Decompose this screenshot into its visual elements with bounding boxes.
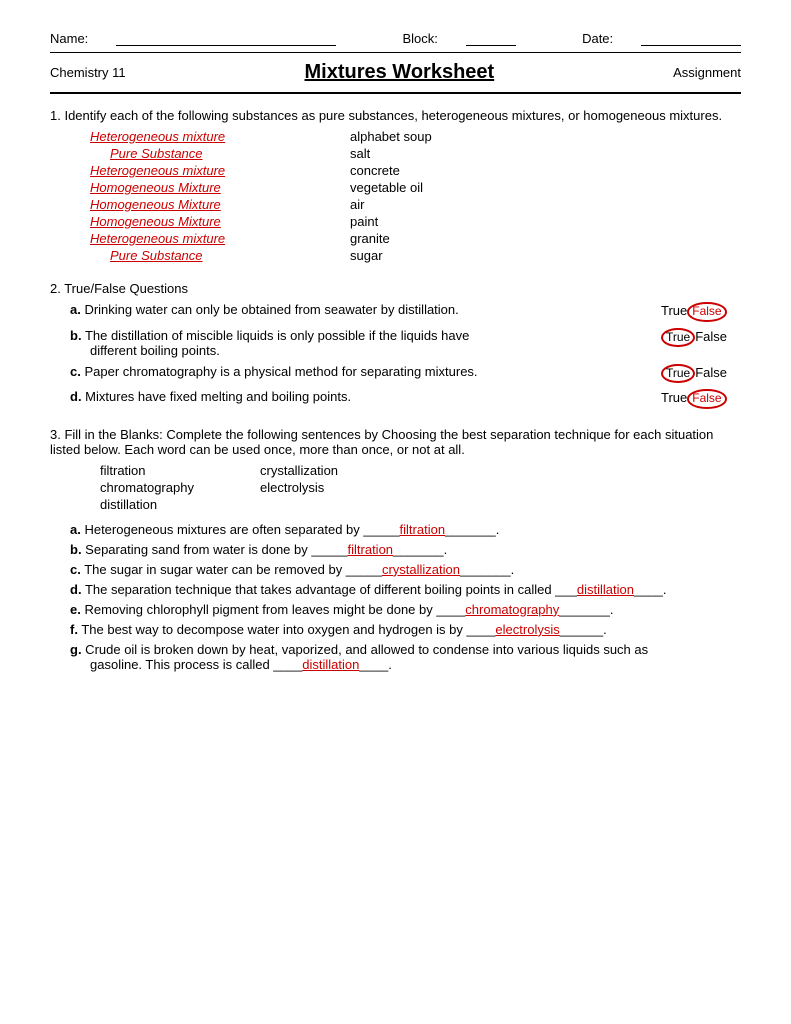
- fill-item: c. The sugar in sugar water can be remov…: [70, 562, 741, 577]
- header-main: Chemistry 11 Mixtures Worksheet Assignme…: [50, 57, 741, 88]
- tf-answer: TrueFalse: [661, 364, 741, 384]
- q1-substance-cell: granite: [350, 231, 741, 246]
- fill-item: d. The separation technique that takes a…: [70, 582, 741, 597]
- tf-row: a. Drinking water can only be obtained f…: [70, 302, 741, 322]
- tf-question: c. Paper chromatography is a physical me…: [70, 364, 661, 379]
- wordbank-col2: electrolysis: [260, 480, 741, 495]
- q3-intro: 3. Fill in the Blanks: Complete the foll…: [50, 427, 741, 457]
- tf-answer: TrueFalse: [661, 328, 741, 348]
- q1-answer-cell: Homogeneous Mixture: [90, 180, 350, 195]
- q1-answer-cell: Pure Substance: [90, 146, 350, 161]
- name-label: Name:: [50, 31, 88, 46]
- wordbank-col2: crystallization: [260, 463, 741, 478]
- header-top: Name: Block: Date:: [50, 30, 741, 46]
- q2-title: 2. True/False Questions: [50, 281, 741, 296]
- tf-row: c. Paper chromatography is a physical me…: [70, 364, 741, 384]
- tf-question: d. Mixtures have fixed melting and boili…: [70, 389, 661, 404]
- tf-question: b. The distillation of miscible liquids …: [70, 328, 661, 358]
- fill-item: g. Crude oil is broken down by heat, vap…: [70, 642, 741, 672]
- fill-item: e. Removing chlorophyll pigment from lea…: [70, 602, 741, 617]
- wordbank-col2: [260, 497, 741, 512]
- header-divider-top: [50, 52, 741, 53]
- q1-substance-cell: alphabet soup: [350, 129, 741, 144]
- date-label: Date:: [582, 31, 613, 46]
- tf-answer: TrueFalse: [661, 389, 741, 409]
- q3-wordbank: filtrationcrystallizationchromatographye…: [100, 463, 741, 512]
- q1-answer-cell: Heterogeneous mixture: [90, 163, 350, 178]
- name-field[interactable]: [116, 30, 336, 46]
- page-title: Mixtures Worksheet: [126, 61, 673, 84]
- q1-grid: Heterogeneous mixturealphabet soupPure S…: [90, 129, 741, 263]
- fill-item: f. The best way to decompose water into …: [70, 622, 741, 637]
- q1-answer-cell: Heterogeneous mixture: [90, 129, 350, 144]
- q1-answer-cell: Pure Substance: [90, 248, 350, 263]
- q2-container: a. Drinking water can only be obtained f…: [50, 302, 741, 409]
- q1-intro: 1. Identify each of the following substa…: [50, 108, 741, 123]
- wordbank-col1: distillation: [100, 497, 260, 512]
- block-label: Block:: [402, 31, 437, 46]
- q1-answer-cell: Heterogeneous mixture: [90, 231, 350, 246]
- section-q3: 3. Fill in the Blanks: Complete the foll…: [50, 427, 741, 672]
- assignment-label: Assignment: [673, 65, 741, 80]
- section-q2: 2. True/False Questions a. Drinking wate…: [50, 281, 741, 409]
- tf-row: d. Mixtures have fixed melting and boili…: [70, 389, 741, 409]
- q1-substance-cell: concrete: [350, 163, 741, 178]
- q1-substance-cell: paint: [350, 214, 741, 229]
- date-field[interactable]: [641, 30, 741, 46]
- q1-answer-cell: Homogeneous Mixture: [90, 214, 350, 229]
- q1-substance-cell: vegetable oil: [350, 180, 741, 195]
- q1-substance-cell: air: [350, 197, 741, 212]
- fill-item: a. Heterogeneous mixtures are often sepa…: [70, 522, 741, 537]
- q1-substance-cell: salt: [350, 146, 741, 161]
- wordbank-col1: chromatography: [100, 480, 260, 495]
- tf-question: a. Drinking water can only be obtained f…: [70, 302, 661, 317]
- q1-answer-cell: Homogeneous Mixture: [90, 197, 350, 212]
- tf-row: b. The distillation of miscible liquids …: [70, 328, 741, 358]
- q3-items: a. Heterogeneous mixtures are often sepa…: [70, 522, 741, 672]
- q1-substance-cell: sugar: [350, 248, 741, 263]
- tf-answer: TrueFalse: [661, 302, 741, 322]
- block-field[interactable]: [466, 30, 516, 46]
- fill-item: b. Separating sand from water is done by…: [70, 542, 741, 557]
- wordbank-col1: filtration: [100, 463, 260, 478]
- course-label: Chemistry 11: [50, 65, 126, 80]
- header-divider-bottom: [50, 92, 741, 94]
- section-q1: 1. Identify each of the following substa…: [50, 108, 741, 263]
